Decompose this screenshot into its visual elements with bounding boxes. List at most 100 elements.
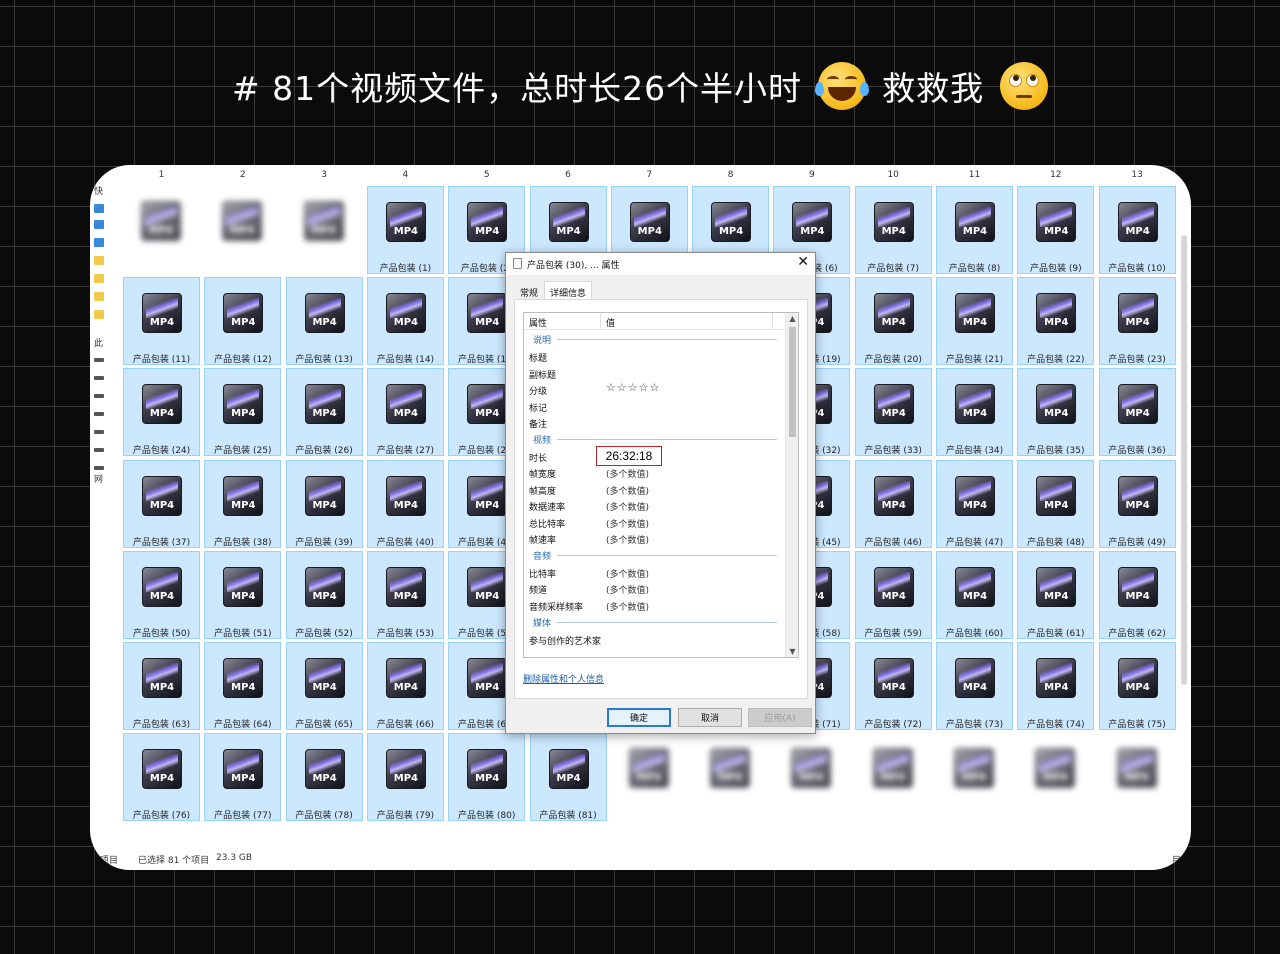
file-tile[interactable]: MP4 产品包装 (7) (854, 186, 932, 274)
nav-item[interactable] (94, 307, 106, 321)
file-tile[interactable]: MP4 产品包装 (1) (366, 186, 444, 274)
apply-button[interactable]: 应用(A) (748, 708, 812, 727)
property-row[interactable]: 帧高度 (多个数值) (529, 482, 784, 497)
property-row[interactable]: 比特率 (多个数值) (529, 565, 784, 580)
nav-item[interactable]: 网 (94, 471, 103, 485)
file-tile[interactable]: MP4 产品包装 (23) (1098, 277, 1176, 366)
file-tile[interactable]: MP4 产品包装 (72) (854, 642, 932, 730)
file-tile[interactable]: MP4 产品包装 (8) (936, 186, 1013, 274)
nav-item[interactable] (94, 289, 106, 303)
cancel-button[interactable]: 取消 (678, 708, 742, 727)
file-tile[interactable]: MP4 产品包装 (37) (123, 459, 200, 548)
file-tile-unselected[interactable]: MP4 (1099, 733, 1176, 821)
file-tile[interactable]: MP4 产品包装 (65) (285, 642, 363, 730)
file-tile[interactable]: MP4 产品包装 (26) (285, 368, 363, 457)
property-row[interactable]: 数据速率 (多个数值) (529, 498, 784, 513)
close-icon[interactable]: ✕ (797, 254, 809, 270)
nav-item[interactable] (94, 271, 106, 285)
file-tile[interactable]: MP4 产品包装 (36) (1098, 368, 1176, 457)
file-tile[interactable]: MP4 产品包装 (63) (123, 642, 200, 730)
file-tile[interactable]: MP4 产品包装 (80) (448, 733, 526, 822)
file-tile[interactable]: MP4 产品包装 (62) (1098, 550, 1176, 639)
file-tile[interactable]: MP4 产品包装 (78) (285, 733, 363, 822)
header-value[interactable]: 值 (606, 316, 615, 329)
nav-item[interactable] (94, 353, 106, 367)
ok-button[interactable]: 确定 (607, 708, 671, 727)
file-tile[interactable]: MP4 产品包装 (38) (204, 459, 282, 548)
explorer-scrollbar[interactable] (1181, 235, 1187, 685)
file-tile-unselected[interactable]: MP4 (611, 733, 688, 821)
file-tile[interactable]: MP4 产品包装 (49) (1098, 459, 1176, 548)
file-tile-unselected[interactable]: MP4 (1017, 733, 1094, 821)
remove-properties-link[interactable]: 删除属性和个人信息 (523, 672, 604, 685)
property-row[interactable]: 标题 (529, 349, 784, 364)
file-tile-unselected[interactable]: MP4 (123, 186, 200, 274)
property-row[interactable]: 备注 (529, 415, 784, 430)
file-tile[interactable]: MP4 产品包装 (76) (123, 733, 200, 822)
file-tile[interactable]: MP4 产品包装 (50) (123, 550, 200, 639)
property-row[interactable]: 音频采样频率 (多个数值) (529, 598, 784, 613)
file-tile[interactable]: MP4 产品包装 (39) (285, 459, 363, 548)
nav-item[interactable]: 此 (94, 335, 103, 349)
file-tile[interactable]: MP4 产品包装 (9) (1017, 186, 1095, 274)
file-tile-unselected[interactable]: MP4 (286, 186, 363, 274)
file-tile[interactable]: MP4 产品包装 (14) (366, 277, 444, 366)
file-tile-unselected[interactable]: MP4 (204, 186, 281, 274)
file-tile[interactable]: MP4 产品包装 (25) (204, 368, 282, 457)
file-tile[interactable]: MP4 产品包装 (33) (854, 368, 932, 457)
nav-item[interactable] (94, 389, 106, 403)
file-tile[interactable]: MP4 产品包装 (53) (366, 550, 444, 639)
file-tile[interactable]: MP4 产品包装 (21) (936, 277, 1013, 366)
property-row[interactable]: 标记 (529, 399, 784, 414)
property-row[interactable]: 总比特率 (多个数值) (529, 515, 784, 530)
property-row[interactable]: 帧速率 (多个数值) (529, 531, 784, 546)
file-tile[interactable]: MP4 产品包装 (51) (204, 550, 282, 639)
nav-item[interactable] (94, 407, 106, 421)
file-tile[interactable]: MP4 产品包装 (22) (1017, 277, 1095, 366)
tab-general[interactable]: 常规 (514, 281, 544, 300)
file-tile[interactable]: MP4 产品包装 (35) (1017, 368, 1095, 457)
file-tile[interactable]: MP4 产品包装 (12) (204, 277, 282, 366)
nav-item[interactable]: 快 (94, 183, 103, 197)
file-tile[interactable]: MP4 产品包装 (13) (285, 277, 363, 366)
file-tile[interactable]: MP4 产品包装 (75) (1098, 642, 1176, 730)
file-tile[interactable]: MP4 产品包装 (34) (936, 368, 1013, 457)
duration-row[interactable]: 时长 26:32:18 (529, 445, 784, 466)
scroll-thumb[interactable] (789, 327, 796, 437)
file-tile[interactable]: MP4 产品包装 (52) (285, 550, 363, 639)
nav-item[interactable] (94, 235, 106, 249)
nav-item[interactable] (94, 425, 106, 439)
header-property[interactable]: 属性 (529, 316, 547, 329)
file-tile-unselected[interactable]: MP4 (692, 733, 769, 821)
property-row[interactable]: 帧宽度 (多个数值) (529, 465, 784, 480)
file-tile[interactable]: MP4 产品包装 (46) (854, 459, 932, 548)
file-tile[interactable]: MP4 产品包装 (24) (123, 368, 200, 457)
nav-item[interactable] (94, 371, 106, 385)
file-tile-unselected[interactable]: MP4 (855, 733, 932, 821)
file-tile-unselected[interactable]: MP4 (773, 733, 850, 821)
scroll-down-icon[interactable]: ▼ (786, 647, 798, 656)
file-tile[interactable]: MP4 产品包装 (60) (936, 550, 1013, 639)
property-list-scrollbar[interactable]: ▲ ▼ (785, 313, 798, 657)
file-tile[interactable]: MP4 产品包装 (74) (1017, 642, 1095, 730)
file-tile-unselected[interactable]: MP4 (936, 733, 1013, 821)
file-tile[interactable]: MP4 产品包装 (66) (366, 642, 444, 730)
file-tile[interactable]: MP4 产品包装 (40) (366, 459, 444, 548)
file-tile[interactable]: MP4 产品包装 (61) (1017, 550, 1095, 639)
file-tile[interactable]: MP4 产品包装 (73) (936, 642, 1013, 730)
nav-item[interactable] (94, 201, 106, 215)
property-row[interactable]: 参与创作的艺术家 (529, 632, 784, 647)
file-tile[interactable]: MP4 产品包装 (77) (204, 733, 282, 822)
file-tile[interactable]: MP4 产品包装 (47) (936, 459, 1013, 548)
file-tile[interactable]: MP4 产品包装 (79) (366, 733, 444, 822)
file-tile[interactable]: MP4 产品包装 (81) (529, 733, 607, 822)
file-tile[interactable]: MP4 产品包装 (48) (1017, 459, 1095, 548)
property-row[interactable]: 分级 ☆☆☆☆☆ (529, 381, 784, 397)
property-row[interactable]: 副标题 (529, 366, 784, 381)
file-tile[interactable]: MP4 产品包装 (20) (854, 277, 932, 366)
tab-details[interactable]: 详细信息 (544, 281, 593, 300)
file-tile[interactable]: MP4 产品包装 (10) (1098, 186, 1176, 274)
file-tile[interactable]: MP4 产品包装 (11) (123, 277, 200, 366)
file-tile[interactable]: MP4 产品包装 (27) (366, 368, 444, 457)
file-tile[interactable]: MP4 产品包装 (59) (854, 550, 932, 639)
